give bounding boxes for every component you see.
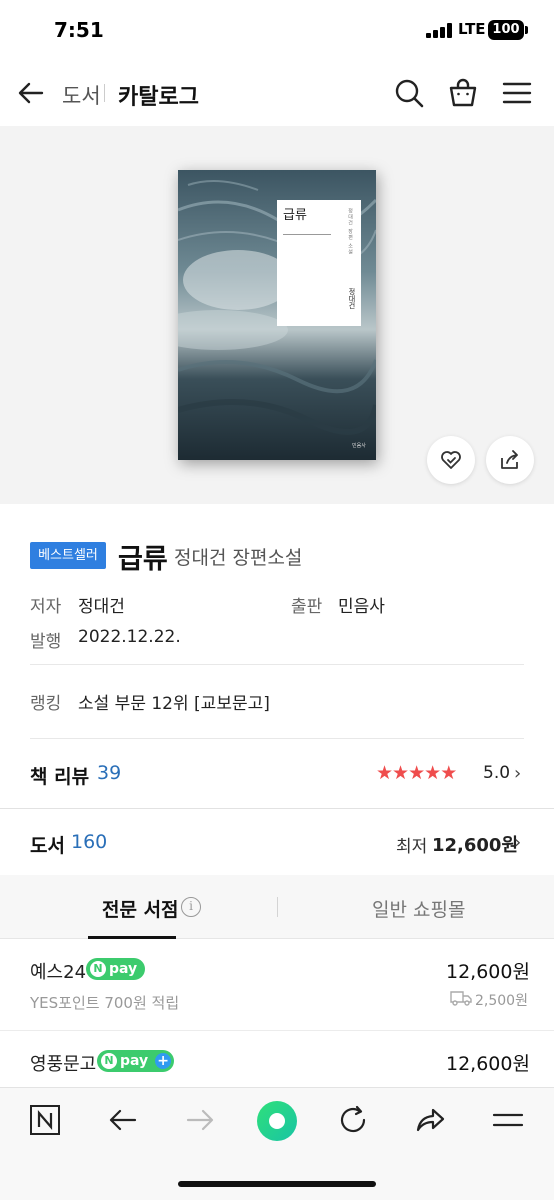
back-arrow-icon[interactable] [107,1104,139,1136]
tab-general-mall[interactable]: 일반 쇼핑몰 [372,895,465,922]
section-divider [0,808,554,809]
status-bar: 7:51 LTE 100 [0,0,554,62]
review-label: 책 리뷰 [30,766,90,788]
status-time: 7:51 [54,18,104,42]
share-icon [501,450,518,469]
rating-value: 5.0 [483,763,511,783]
book-cover-image[interactable]: 급류 정대건 장편 소설 정대건 민음사 [178,170,376,460]
chevron-right-icon: › [514,763,522,784]
publisher-value[interactable]: 민음사 [338,592,385,617]
cover-author: 정대건 [348,288,356,309]
date-value: 2022.12.22. [78,627,181,647]
like-button[interactable] [427,436,475,484]
share-button[interactable] [486,436,534,484]
naver-home-icon[interactable] [29,1104,61,1136]
cover-label: 급류 정대건 장편 소설 정대건 [277,200,361,326]
author-label: 저자 [30,597,62,617]
books-count: 160 [71,831,108,853]
store-tabs: 전문 서점 i 일반 쇼핑몰 [0,875,554,939]
shipping-fee: 2,500원 [475,993,528,1009]
star-icon: ★ [408,762,425,784]
author-value[interactable]: 정대건 [78,592,125,617]
search-icon[interactable] [393,77,425,109]
tab-divider [277,897,278,917]
green-dot-icon[interactable] [256,1100,298,1142]
book-title: 급류 [118,544,168,575]
menu-icon[interactable] [501,77,533,109]
star-icon: ★ [440,762,457,784]
npay-plus-badge: Npay + [97,1050,175,1072]
book-hero: 급류 정대건 장편 소설 정대건 민음사 [0,126,554,504]
ranking-label: 랭킹 [30,694,62,714]
cover-publisher: 민음사 [352,443,366,449]
bestseller-badge: 베스트셀러 [30,542,106,569]
breadcrumb-divider [104,84,105,102]
rating-stars: ★★★★★ [376,762,457,784]
battery-tip [525,26,528,34]
star-icon: ★ [392,762,409,784]
naver-n-icon: N [101,1053,117,1069]
network-type: LTE [458,20,486,38]
page-title: 카탈로그 [118,85,199,110]
shopping-bag-icon[interactable] [447,77,479,109]
npay-badge: Npay [86,958,146,980]
store-name: 예스24 [30,962,87,983]
active-tab-underline [88,936,176,939]
list-divider [0,1030,554,1031]
forward-arrow-icon[interactable] [184,1104,216,1136]
share-arrow-icon[interactable] [414,1104,446,1136]
breadcrumb[interactable]: 도서 [62,80,101,110]
cover-label-rule [283,234,331,235]
top-nav: 도서 카탈로그 [0,62,554,124]
cover-subtitle: 정대건 장편 소설 [347,208,353,256]
review-count: 39 [97,762,122,784]
cover-title: 급류 [283,208,307,223]
publisher-label: 출판 [291,597,323,617]
plus-icon: + [155,1053,172,1069]
store-name: 영풍문고 [30,1054,97,1075]
store-points: YES포인트 700원 적립 [30,994,180,1012]
menu-icon[interactable] [492,1104,524,1136]
back-arrow-icon[interactable] [16,78,46,108]
delivery-truck-icon [450,991,472,1006]
naver-n-icon: N [90,961,106,977]
date-label: 발행 [30,632,62,652]
lowest-price: 12,600원 [432,835,519,856]
ranking-divider [30,738,524,739]
info-divider [30,664,524,665]
store-price: 12,600원 [446,961,530,983]
store-price: 12,600원 [446,1053,530,1075]
lowest-label: 최저 [396,837,428,857]
chevron-right-icon: › [514,832,522,853]
star-icon: ★ [424,762,441,784]
signal-icon [426,22,454,38]
tab-specialty-bookstore[interactable]: 전문 서점 [102,895,179,922]
books-label: 도서 [30,835,65,857]
book-subtitle: 정대건 장편소설 [174,547,303,569]
star-icon: ★ [376,762,393,784]
home-indicator [178,1181,376,1187]
heart-check-icon [441,451,461,469]
ranking-value: 소설 부문 12위 [교보문고] [78,694,270,714]
info-icon[interactable]: i [181,897,201,917]
refresh-icon[interactable] [337,1104,369,1136]
battery-icon: 100 [488,20,524,40]
